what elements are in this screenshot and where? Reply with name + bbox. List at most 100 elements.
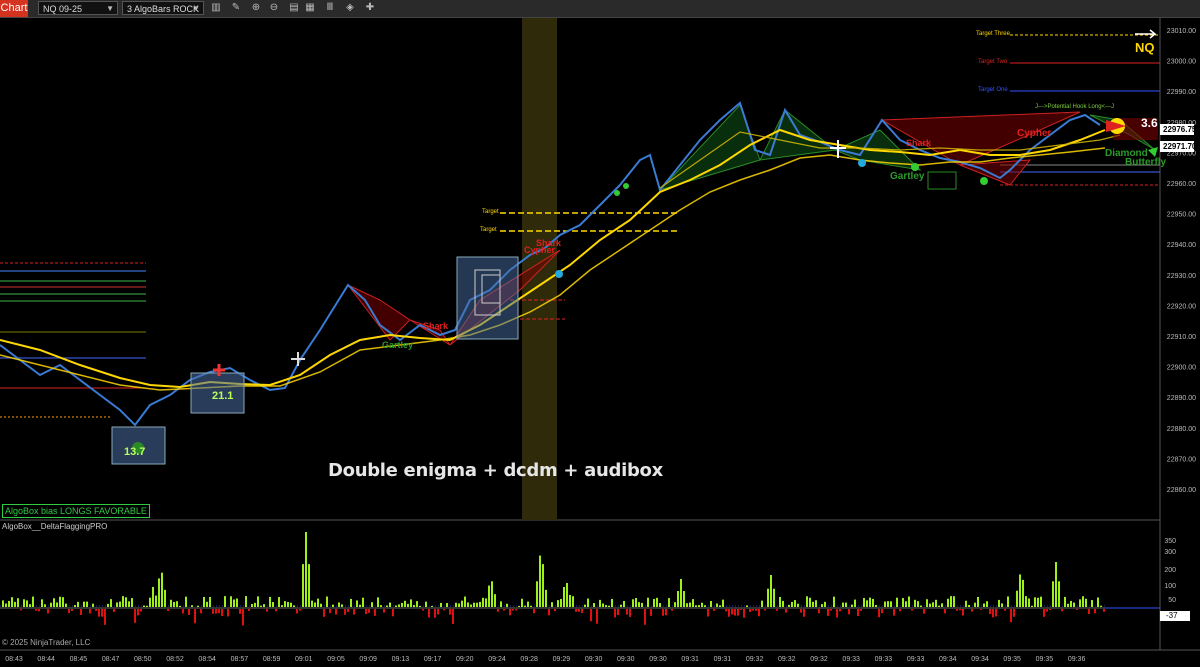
box-label: 21.1 bbox=[212, 390, 234, 402]
histogram-bar bbox=[830, 609, 832, 611]
histogram-bar bbox=[950, 596, 952, 607]
histogram-bar bbox=[1049, 609, 1051, 610]
histogram-bar bbox=[842, 602, 844, 607]
histogram-bar bbox=[737, 609, 739, 616]
histogram-bar bbox=[563, 587, 565, 607]
histogram-bar bbox=[743, 609, 745, 618]
histogram-bar bbox=[173, 601, 175, 607]
histogram-bar bbox=[203, 596, 205, 607]
histogram-bar bbox=[392, 609, 394, 617]
histogram-bar bbox=[227, 609, 229, 617]
histogram-bar bbox=[389, 602, 391, 607]
histogram-bar bbox=[419, 605, 421, 607]
histogram-bar bbox=[107, 603, 109, 607]
time-tick-label: 08:50 bbox=[134, 656, 152, 663]
histogram-bar bbox=[458, 603, 460, 607]
histogram-bar bbox=[614, 609, 616, 618]
time-tick-label: 09:13 bbox=[392, 656, 410, 663]
histogram-bar bbox=[572, 596, 574, 607]
histogram-bar bbox=[152, 587, 154, 607]
histogram-bar bbox=[914, 599, 916, 607]
time-tick-label: 09:30 bbox=[617, 656, 635, 663]
histogram-bar bbox=[434, 609, 436, 618]
time-tick-label: 09:01 bbox=[295, 656, 313, 663]
time-tick-label: 08:44 bbox=[37, 656, 55, 663]
price-tick-label: 22870.00 bbox=[1167, 456, 1196, 463]
histogram-bar bbox=[146, 605, 148, 607]
price-tick-label: 22900.00 bbox=[1167, 365, 1196, 372]
histogram-bar bbox=[551, 602, 553, 607]
histogram-bar bbox=[791, 602, 793, 607]
indicator-axis: 350 300 200 100 50 bbox=[1164, 538, 1176, 604]
histogram-bar bbox=[1022, 579, 1024, 607]
indicator-marker: -37 bbox=[1166, 611, 1178, 620]
histogram-bar bbox=[920, 605, 922, 607]
histogram-bar bbox=[923, 609, 925, 614]
histogram-bar bbox=[761, 600, 763, 607]
pattern-label: Shark bbox=[906, 138, 932, 148]
histogram-bar bbox=[443, 609, 445, 611]
histogram-bar bbox=[413, 605, 415, 607]
histogram-bar bbox=[452, 609, 454, 624]
histogram-bar bbox=[1103, 609, 1105, 612]
histogram-bar bbox=[464, 596, 466, 607]
time-tick-label: 08:47 bbox=[102, 656, 120, 663]
histogram-bar bbox=[656, 597, 658, 607]
histogram-bar bbox=[86, 601, 88, 607]
histogram-bar bbox=[590, 609, 592, 622]
histogram-bar bbox=[833, 596, 835, 607]
target-one-label: Target One bbox=[978, 87, 1008, 93]
price-chart[interactable]: 23010.0023000.0022990.0022980.0022970.00… bbox=[0, 0, 1200, 667]
histogram-bar bbox=[449, 609, 451, 615]
histogram-bar bbox=[986, 601, 988, 607]
histogram-bar bbox=[485, 598, 487, 607]
histogram-bar bbox=[179, 605, 181, 607]
histogram-bar bbox=[1007, 596, 1009, 607]
histogram-bar bbox=[998, 599, 1000, 607]
histogram-bar bbox=[692, 599, 694, 607]
histogram-bar bbox=[134, 609, 136, 623]
histogram-bar bbox=[779, 596, 781, 607]
histogram-bar bbox=[353, 609, 355, 615]
histogram-bar bbox=[230, 596, 232, 607]
histogram-bar bbox=[1097, 597, 1099, 607]
histogram-bar bbox=[170, 599, 172, 607]
histogram-bar bbox=[422, 609, 424, 611]
histogram-bar bbox=[926, 599, 928, 607]
histogram-bar bbox=[917, 601, 919, 607]
histogram-bar bbox=[719, 605, 721, 607]
histogram-bar bbox=[863, 598, 865, 607]
time-tick-label: 08:45 bbox=[70, 656, 88, 663]
histogram-bar bbox=[1079, 599, 1081, 607]
histogram-bar bbox=[23, 599, 25, 607]
histogram-bar bbox=[722, 599, 724, 607]
histogram-bar bbox=[764, 609, 766, 611]
histogram-bar bbox=[1100, 605, 1102, 607]
histogram-bar bbox=[368, 609, 370, 613]
bias-badge: AlgoBox bias LONGS FAVORABLE bbox=[2, 504, 150, 518]
histogram-bar bbox=[632, 599, 634, 607]
histogram-bar bbox=[113, 609, 115, 612]
histogram-bar bbox=[251, 603, 253, 607]
price-tick-label: 22930.00 bbox=[1167, 273, 1196, 280]
histogram-bar bbox=[38, 609, 40, 612]
histogram-bar bbox=[41, 599, 43, 607]
histogram-bar bbox=[716, 603, 718, 607]
histogram-bar bbox=[704, 605, 706, 607]
price-tick-label: 22940.00 bbox=[1167, 242, 1196, 249]
histogram-bar bbox=[1055, 562, 1057, 607]
pattern-label: Gartley bbox=[382, 340, 414, 350]
indicator-name: AlgoBox__DeltaFlaggingPRO bbox=[2, 522, 108, 531]
histogram-bar bbox=[710, 600, 712, 607]
histogram-bar bbox=[740, 609, 742, 610]
time-tick-label: 09:31 bbox=[714, 656, 732, 663]
histogram-bar bbox=[191, 605, 193, 607]
time-tick-label: 08:43 bbox=[5, 656, 23, 663]
histogram-bar bbox=[503, 609, 505, 611]
histogram-bar bbox=[932, 602, 934, 607]
histogram-bar bbox=[584, 604, 586, 607]
time-tick-label: 08:57 bbox=[231, 656, 249, 663]
histogram-bar bbox=[542, 564, 544, 607]
histogram-bar bbox=[359, 604, 361, 607]
histogram-bar bbox=[5, 603, 7, 607]
